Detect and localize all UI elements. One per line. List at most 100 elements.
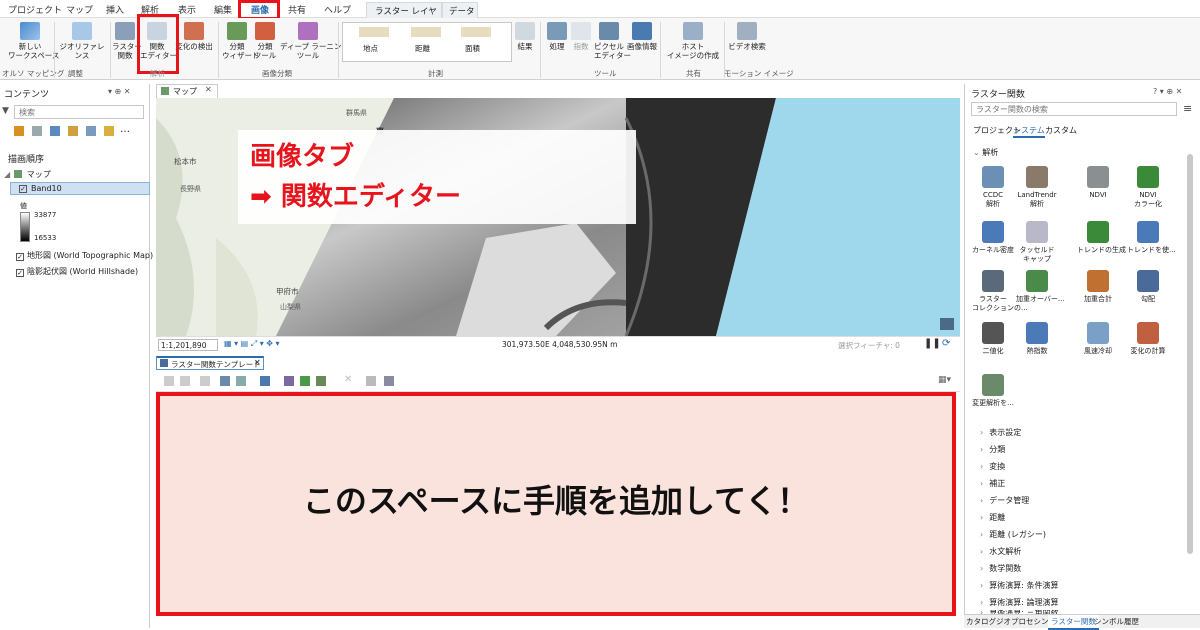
list-by-source-icon[interactable]	[32, 126, 42, 136]
full-extent-icon[interactable]	[200, 376, 210, 386]
tab-view[interactable]: 表示	[178, 3, 196, 16]
raster-pane-scrollbar[interactable]	[1187, 154, 1193, 554]
refresh-icon[interactable]: ⟳	[942, 338, 950, 349]
editor-options-icon[interactable]: ▦▾	[938, 375, 951, 385]
raster-function-search-input[interactable]	[971, 102, 1177, 116]
navigation-tools-icon[interactable]: ▦ ▾ ▤ ⤢ ▾ ✥ ▾	[224, 339, 280, 349]
editor-tab[interactable]: ラスター関数テンプレート 4 ✕	[156, 356, 264, 379]
editor-canvas[interactable]: このスペースに手順を追加してく！	[156, 392, 956, 616]
delete-icon[interactable]: ✕	[344, 374, 352, 385]
filter-icon[interactable]: ▼	[2, 106, 9, 116]
save-icon[interactable]	[366, 376, 376, 386]
category-item[interactable]: 距離	[980, 512, 1005, 523]
raster-function-item[interactable]: 二値化	[972, 322, 1014, 356]
tab-project[interactable]: プロジェクト	[8, 3, 62, 16]
raster-tab-system[interactable]: システム	[1013, 125, 1045, 138]
bottom-tab-symbology[interactable]: シンボル	[1094, 616, 1124, 627]
list-by-draw-order-icon[interactable]	[14, 126, 24, 136]
raster-function-item[interactable]: 変化の計算	[1127, 322, 1169, 356]
editor-tab-close-icon[interactable]: ✕	[254, 358, 261, 367]
map-notes-icon[interactable]	[940, 318, 954, 330]
raster-pane-options-icon[interactable]: ? ▾ ⊕ ✕	[1153, 87, 1182, 96]
raster-function-item[interactable]: CCDC 解析	[972, 166, 1014, 209]
tab-edit[interactable]: 編集	[214, 3, 232, 16]
hillshade-checkbox[interactable]: ✓	[16, 269, 24, 277]
raster-tab-custom[interactable]: カスタム	[1045, 125, 1077, 136]
add-function-icon[interactable]	[284, 376, 294, 386]
raster-function-item[interactable]: 加重合計	[1077, 270, 1119, 304]
map-tab-close-icon[interactable]: ✕	[205, 85, 212, 94]
section-analysis[interactable]: ⌄ 解析	[973, 147, 998, 158]
pixel-editor-button[interactable]: ピクセル エディター	[594, 22, 631, 60]
raster-function-item[interactable]: 風速冷却	[1077, 322, 1119, 356]
category-item[interactable]: 距離 (レガシー)	[980, 529, 1046, 540]
process-button[interactable]: 処理	[546, 22, 568, 51]
more-icon[interactable]: …	[120, 124, 130, 135]
tree-item-topographic[interactable]: ✓ 地形図 (World Topographic Map)	[16, 250, 153, 261]
tab-share[interactable]: 共有	[288, 3, 306, 16]
category-item[interactable]: データ管理	[980, 495, 1029, 506]
raster-function-item[interactable]: 勾配	[1127, 270, 1169, 304]
category-item[interactable]: 数学関数	[980, 563, 1021, 574]
raster-function-item[interactable]: トレンドを使...	[1127, 221, 1176, 255]
classification-tools-button[interactable]: 分類 ツール	[253, 22, 277, 60]
tree-item-hillshade[interactable]: ✓ 陰影起伏図 (World Hillshade)	[16, 266, 138, 277]
auto-layout-icon[interactable]	[220, 376, 230, 386]
category-item[interactable]: 算術演算: 論理演算	[980, 597, 1058, 608]
raster-function-item[interactable]: タッセルド キャップ	[1016, 221, 1058, 264]
save-as-icon[interactable]	[384, 376, 394, 386]
tree-item-map[interactable]: ◢ マップ	[4, 169, 51, 180]
raster-function-item[interactable]: カーネル密度	[972, 221, 1014, 255]
georeference-button[interactable]: ジオリファレンス	[56, 22, 108, 60]
context-tab-data[interactable]: データ	[442, 2, 478, 18]
band10-checkbox[interactable]: ✓	[19, 185, 27, 193]
category-item[interactable]: 補正	[980, 478, 1005, 489]
tab-insert[interactable]: 挿入	[106, 3, 124, 16]
index-button[interactable]: 指数	[570, 22, 592, 51]
topographic-checkbox[interactable]: ✓	[16, 253, 24, 261]
measure-point-label[interactable]: 地点	[363, 43, 378, 54]
raster-function-item[interactable]: ラスター コレクションの...	[972, 270, 1028, 313]
raster-function-item[interactable]: 加重オーバー...	[1016, 270, 1065, 304]
pan-icon[interactable]	[164, 376, 174, 386]
scale-selector[interactable]: 1:1,201,890	[158, 339, 218, 351]
category-item[interactable]: 表示設定	[980, 427, 1021, 438]
raster-function-item[interactable]: トレンドの生成	[1077, 221, 1126, 255]
raster-function-item[interactable]: 熱指数	[1016, 322, 1058, 356]
bottom-tab-history[interactable]: 履歴	[1124, 616, 1139, 627]
measure-distance-label[interactable]: 距離	[415, 43, 430, 54]
pane-options-icon[interactable]: ▾ ⊕ ✕	[108, 87, 131, 96]
add-variable-icon[interactable]	[316, 376, 326, 386]
tree-item-band10[interactable]: ✓ Band10	[10, 182, 150, 195]
deep-learning-tools-button[interactable]: ディープ ラーニング ツール	[280, 22, 349, 60]
raster-function-item[interactable]: LandTrendr 解析	[1016, 166, 1058, 209]
raster-function-item[interactable]: NDVI カラー化	[1127, 166, 1169, 209]
menu-icon[interactable]: ≡	[1183, 102, 1192, 115]
pause-icon[interactable]: ❚❚	[924, 338, 941, 349]
raster-functions-button[interactable]: ラスター 関数	[112, 22, 142, 60]
host-imagery-button[interactable]: ホスト イメージの作成	[664, 22, 722, 60]
category-item[interactable]: 分類	[980, 444, 1005, 455]
category-item[interactable]: 水文解析	[980, 546, 1021, 557]
tab-map[interactable]: マップ	[66, 3, 93, 16]
measure-area-label[interactable]: 面積	[465, 43, 480, 54]
add-raster-icon[interactable]	[300, 376, 310, 386]
video-search-button[interactable]: ビデオ検索	[728, 22, 766, 51]
contents-search-input[interactable]	[14, 105, 144, 119]
map-canvas[interactable]: 群馬県 東 松本市 長野県 甲府市 山梨県 画像タブ ➡ 関数エディター	[156, 98, 960, 336]
new-workspace-button[interactable]: 新しい ワークスペース	[8, 22, 59, 60]
category-item[interactable]: 変換	[980, 461, 1005, 472]
bottom-tab-catalog[interactable]: カタログ	[966, 616, 996, 627]
list-by-selection-icon[interactable]	[50, 126, 60, 136]
classification-wizard-button[interactable]: 分類 ウィザード	[222, 22, 260, 60]
grid-icon[interactable]	[236, 376, 246, 386]
map-view-tab[interactable]: マップ ✕	[156, 84, 218, 98]
context-tab-raster-layer[interactable]: ラスター レイヤー	[366, 2, 442, 29]
fit-icon[interactable]	[180, 376, 190, 386]
list-by-editing-icon[interactable]	[68, 126, 78, 136]
list-by-snapping-icon[interactable]	[86, 126, 96, 136]
raster-function-item[interactable]: 変更解析を...	[972, 374, 1014, 408]
category-item[interactable]: 算術演算: 条件演算	[980, 580, 1058, 591]
image-info-button[interactable]: 画像情報	[626, 22, 658, 51]
tab-help[interactable]: ヘルプ	[324, 3, 351, 16]
